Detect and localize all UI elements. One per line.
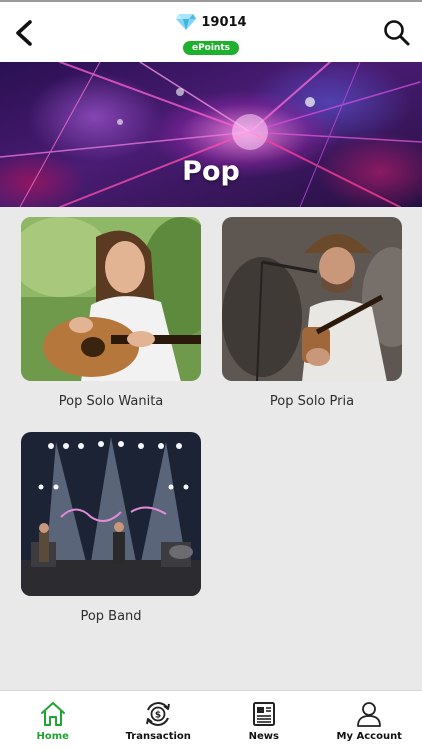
nav-my-account[interactable]: My Account bbox=[317, 691, 422, 750]
category-label: Pop Band bbox=[80, 609, 142, 624]
svg-text:$: $ bbox=[155, 711, 161, 721]
category-banner: Pop bbox=[0, 62, 422, 207]
bottom-navigation: Home $ Transaction News My Account bbox=[0, 690, 422, 750]
nav-label-transaction: Transaction bbox=[125, 731, 191, 742]
category-card-pop-solo-pria[interactable]: Pop Solo Pria bbox=[222, 217, 402, 409]
nav-home[interactable]: Home bbox=[0, 691, 106, 750]
account-icon bbox=[357, 702, 382, 727]
category-label: Pop Solo Pria bbox=[269, 394, 355, 409]
transaction-icon: $ bbox=[146, 702, 171, 726]
search-button[interactable] bbox=[382, 17, 412, 49]
search-icon bbox=[384, 20, 410, 46]
category-card-pop-solo-wanita[interactable]: Pop Solo Wanita bbox=[21, 217, 201, 409]
news-icon bbox=[252, 702, 275, 726]
woman-guitar-image bbox=[21, 217, 201, 381]
nav-label-news: News bbox=[248, 731, 279, 742]
points-display[interactable]: 19014 ePoints bbox=[0, 13, 422, 55]
nav-transaction[interactable]: $ Transaction bbox=[106, 691, 212, 750]
points-value: 19014 bbox=[201, 14, 247, 30]
band-stage-image bbox=[21, 432, 201, 596]
man-guitar-image bbox=[222, 217, 402, 381]
home-icon bbox=[40, 702, 65, 726]
category-card-pop-band[interactable]: Pop Band bbox=[21, 432, 201, 624]
nav-label-my-account: My Account bbox=[336, 731, 402, 742]
diamond-icon bbox=[176, 14, 197, 30]
category-title: Pop bbox=[182, 156, 240, 187]
top-bar: 19014 ePoints bbox=[0, 0, 422, 62]
category-label: Pop Solo Wanita bbox=[58, 394, 164, 409]
nav-label-home: Home bbox=[36, 731, 69, 742]
points-badge: ePoints bbox=[182, 41, 240, 55]
nav-news[interactable]: News bbox=[211, 691, 317, 750]
